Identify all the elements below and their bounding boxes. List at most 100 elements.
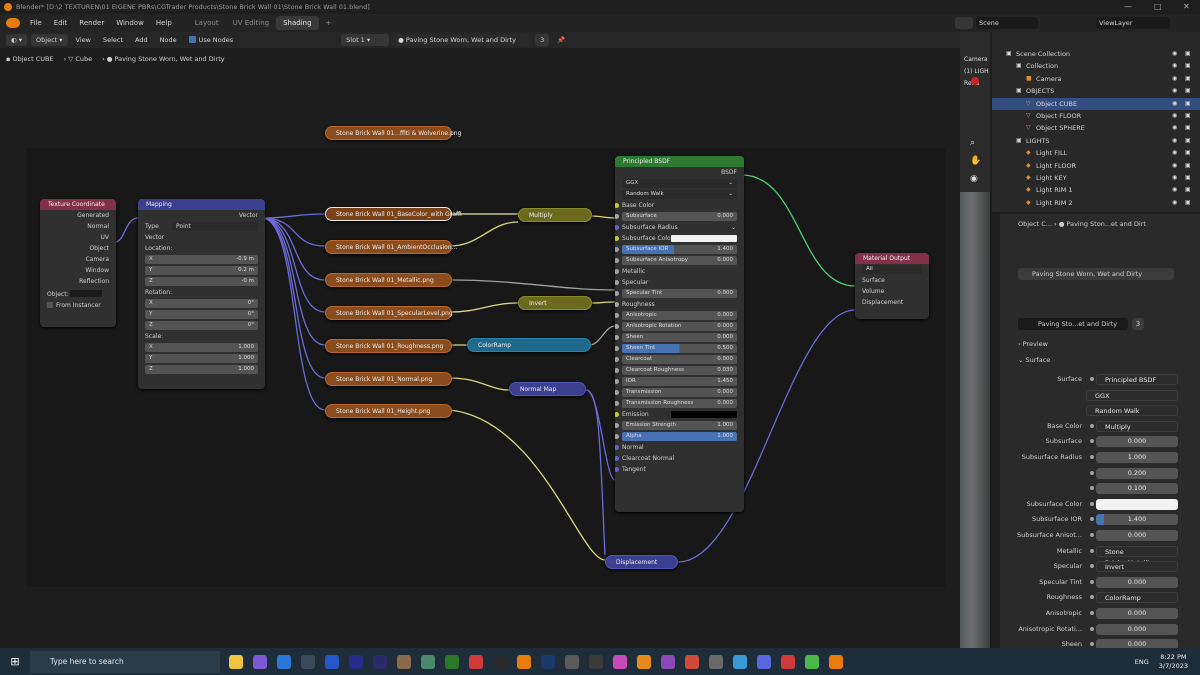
- bsdf-input-row[interactable]: Emission: [615, 409, 744, 420]
- bsdf-input-row[interactable]: Transmission 0.000: [615, 387, 744, 398]
- viewport-strip[interactable]: Camera(1) LIGHRend ⌕ ✋ ◉: [960, 32, 990, 648]
- record-icon[interactable]: [971, 77, 979, 85]
- character-creator-icon[interactable]: [349, 654, 363, 669]
- outliner-row[interactable]: ▽ Object FLOOR ◉ ▣: [992, 110, 1200, 122]
- chrome-icon[interactable]: [805, 654, 819, 669]
- material-slot-item[interactable]: Paving Stone Worn, Wet and Dirty: [1032, 270, 1142, 278]
- bsdf-input-row[interactable]: IOR 1.450: [615, 376, 744, 387]
- bsdf-input-field[interactable]: Specular Tint 0.000: [622, 289, 737, 298]
- vector-component-field[interactable]: Y 0.2 m: [145, 266, 258, 275]
- vector-component-row[interactable]: Z -0 m: [138, 276, 265, 287]
- bsdf-input-row[interactable]: Subsurface Anisotropy 0.000: [615, 255, 744, 266]
- render-icon[interactable]: ▣: [1185, 98, 1191, 110]
- outliner-row[interactable]: ▣ LIGHTS ◉ ▣: [992, 135, 1200, 147]
- visibility-icon[interactable]: ◉: [1172, 98, 1177, 110]
- input-socket[interactable]: [615, 335, 619, 340]
- photoshop-icon[interactable]: [541, 654, 555, 669]
- outliner[interactable]: ▣ Scene Collection ◉ ▣ ▣ Collection ◉ ▣ ■ Camera ◉…: [992, 32, 1200, 212]
- invert-node[interactable]: Invert: [518, 296, 592, 310]
- outliner-row[interactable]: ▣ Scene Collection ◉ ▣: [992, 48, 1200, 60]
- emission-color-swatch[interactable]: [671, 411, 737, 418]
- outliner-row[interactable]: ◆ Light RIM 2 ◉ ▣: [992, 197, 1200, 209]
- property-value[interactable]: 0.000: [1096, 608, 1178, 619]
- property-socket-icon[interactable]: [1090, 470, 1094, 475]
- input-socket[interactable]: [615, 225, 619, 230]
- render-icon[interactable]: ▣: [1185, 122, 1191, 134]
- property-value[interactable]: Principled BSDF: [1096, 374, 1178, 385]
- visibility-icon[interactable]: ◉: [1172, 85, 1177, 97]
- vector-component-row[interactable]: X 0°: [138, 298, 265, 309]
- bsdf-input-row[interactable]: Sheen 0.000: [615, 332, 744, 343]
- windows-start-icon[interactable]: ⊞: [0, 655, 30, 668]
- surface-panel[interactable]: ⌄ Surface: [1018, 356, 1050, 364]
- normal-map-node[interactable]: Normal Map: [509, 382, 586, 396]
- property-value[interactable]: 1.400: [1096, 514, 1178, 526]
- property-value[interactable]: Stone Brick...Metallic.png: [1096, 545, 1178, 567]
- property-value[interactable]: [1096, 498, 1178, 510]
- app-icon[interactable]: [733, 654, 747, 669]
- target-select[interactable]: All: [862, 265, 922, 274]
- outliner-row[interactable]: ◆ Light RIM 1 ◉ ▣: [992, 184, 1200, 196]
- visibility-icon[interactable]: ◉: [1172, 110, 1177, 122]
- bsdf-input-field[interactable]: Emission Strength 1.000: [622, 421, 737, 430]
- outliner-row[interactable]: ■ Camera ◉ ▣: [992, 73, 1200, 85]
- close-icon[interactable]: ✕: [1183, 0, 1190, 14]
- render-icon[interactable]: ▣: [1185, 172, 1191, 184]
- material-output-node[interactable]: Material Output All Surface Volume Displ…: [855, 253, 929, 319]
- property-value[interactable]: 1.000: [1096, 452, 1178, 463]
- blender-icon[interactable]: [829, 654, 843, 669]
- unreal-icon[interactable]: [493, 654, 507, 669]
- material-field[interactable]: Paving Sto...et and Dirty: [1018, 318, 1128, 330]
- vector-component-row[interactable]: X 1.000: [138, 342, 265, 353]
- adobe-icon[interactable]: [469, 654, 483, 669]
- sss-method-select[interactable]: Random Walk ⌄: [622, 190, 737, 199]
- app-icon[interactable]: [253, 654, 267, 669]
- material-users-count[interactable]: 3: [1132, 318, 1144, 330]
- visibility-icon[interactable]: ◉: [1172, 147, 1177, 159]
- language-indicator[interactable]: ENG: [1135, 658, 1149, 666]
- input-socket[interactable]: [615, 434, 619, 439]
- render-icon[interactable]: ▣: [1185, 73, 1191, 85]
- input-socket[interactable]: [615, 390, 619, 395]
- visibility-icon[interactable]: ◉: [1172, 135, 1177, 147]
- visibility-icon[interactable]: ◉: [1172, 172, 1177, 184]
- displacement-node[interactable]: Displacement: [605, 555, 678, 569]
- property-socket-icon[interactable]: [1090, 579, 1094, 584]
- bsdf-input-field[interactable]: Transmission Roughness 0.000: [622, 399, 737, 408]
- vector-component-field[interactable]: Z 0°: [145, 321, 258, 330]
- vivaldi-icon[interactable]: [685, 654, 699, 669]
- input-socket[interactable]: [615, 236, 619, 241]
- property-socket-icon[interactable]: [1090, 501, 1094, 506]
- checkbox-icon[interactable]: [47, 302, 53, 308]
- bsdf-input-field[interactable]: Anisotropic 0.000: [622, 311, 737, 320]
- input-socket[interactable]: [615, 280, 619, 285]
- render-icon[interactable]: ▣: [1185, 48, 1191, 60]
- property-value[interactable]: GGX: [1086, 389, 1178, 401]
- bsdf-input-field[interactable]: Sheen 0.000: [622, 333, 737, 342]
- property-value[interactable]: Multiply: [1096, 420, 1178, 432]
- property-socket-icon[interactable]: [1090, 455, 1094, 459]
- outliner-row[interactable]: ◆ Light KEY ◉ ▣: [992, 172, 1200, 184]
- distribution-select[interactable]: GGX ⌄: [622, 179, 737, 188]
- bsdf-input-row[interactable]: Subsurface IOR 1.400: [615, 244, 744, 255]
- discord-icon[interactable]: [757, 654, 771, 669]
- hand-icon[interactable]: ✋: [970, 156, 981, 166]
- visibility-icon[interactable]: ◉: [1172, 160, 1177, 172]
- outliner-row[interactable]: ▣ Collection ◉ ▣: [992, 60, 1200, 72]
- bsdf-input-row[interactable]: Transmission Roughness 0.000: [615, 398, 744, 409]
- bsdf-input-field[interactable]: Subsurface Anisotropy 0.000: [622, 256, 737, 265]
- input-socket[interactable]: [615, 324, 619, 329]
- render-icon[interactable]: ▣: [1185, 110, 1191, 122]
- subsurface-color-swatch[interactable]: [671, 235, 737, 242]
- camera-icon[interactable]: ◉: [970, 174, 978, 184]
- outliner-row[interactable]: ▽ Object SPHERE ◉ ▣: [992, 122, 1200, 134]
- render-icon[interactable]: ▣: [1185, 197, 1191, 209]
- bsdf-input-row[interactable]: Emission Strength 1.000: [615, 420, 744, 431]
- input-socket[interactable]: [615, 379, 619, 384]
- vivaldi-icon[interactable]: [781, 654, 795, 669]
- bsdf-input-row[interactable]: Anisotropic Rotation 0.000: [615, 321, 744, 332]
- input-socket[interactable]: [615, 445, 619, 450]
- image-texture-node[interactable]: Stone Brick Wall 01_SpecularLevel.png: [325, 306, 453, 320]
- bsdf-input-row[interactable]: Sheen Tint 0.500: [615, 343, 744, 354]
- bsdf-input-field[interactable]: Transmission 0.000: [622, 388, 737, 397]
